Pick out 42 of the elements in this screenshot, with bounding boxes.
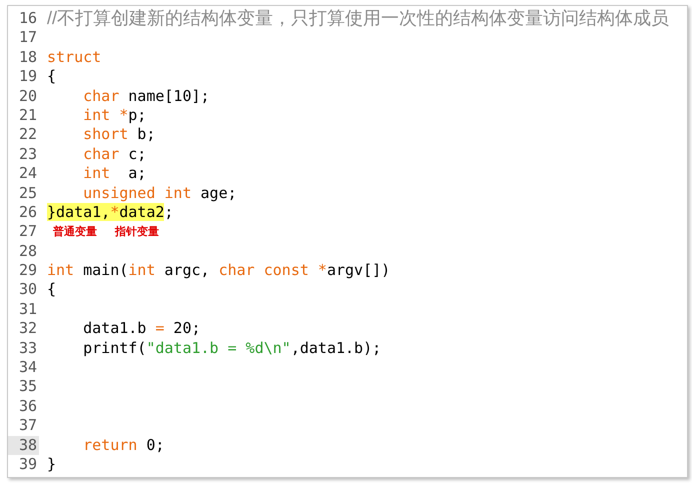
line-number: 31 xyxy=(18,300,38,320)
line-number: 35 xyxy=(18,377,38,397)
annotation-text: 指针变量 xyxy=(115,224,159,240)
code-line: int main(int argc, char const *argv[]) xyxy=(47,261,390,280)
line-number: 33 xyxy=(18,338,38,358)
line-number: 16 xyxy=(18,9,38,28)
line-number: 23 xyxy=(18,144,38,164)
line-number: 25 xyxy=(18,184,38,203)
code-line: short b; xyxy=(82,125,156,145)
code-line: { xyxy=(47,67,56,87)
annotation-text: 普通变量 xyxy=(53,224,97,240)
line-number: 17 xyxy=(18,28,38,48)
code-line: } xyxy=(47,454,56,474)
line-number: 21 xyxy=(18,106,38,126)
code-comment: //不打算创建新的结构体变量，只打算使用一次性的结构体变量访问结构体成员 xyxy=(47,8,670,29)
line-number: 27 xyxy=(18,222,38,242)
line-number: 29 xyxy=(18,261,38,280)
line-number: 36 xyxy=(18,396,38,416)
code-line: char name[10]; xyxy=(82,86,210,106)
code-line: }data1,*data2; xyxy=(47,202,174,222)
code-line: { xyxy=(47,280,56,300)
line-number: 32 xyxy=(18,319,38,339)
code-line: struct xyxy=(47,48,102,68)
code-line: data1.b = 20; xyxy=(82,319,201,339)
line-number: 22 xyxy=(18,125,38,145)
line-number: 34 xyxy=(18,358,38,378)
line-number: 39 xyxy=(18,454,38,474)
line-number: 20 xyxy=(18,86,38,106)
line-number: 24 xyxy=(18,164,38,184)
line-number: 26 xyxy=(18,202,38,222)
code-line: return 0; xyxy=(82,436,164,455)
code-line: printf("data1.b = %d\n",data1.b); xyxy=(82,338,382,358)
code-line: char c; xyxy=(82,144,146,164)
code-line: unsigned int age; xyxy=(82,184,237,203)
line-number: 19 xyxy=(18,67,38,87)
line-number: 30 xyxy=(18,280,38,300)
line-number: 38 xyxy=(8,436,39,455)
line-number: 37 xyxy=(18,416,38,436)
code-line: int *p; xyxy=(82,106,146,126)
code-line: int a; xyxy=(82,164,146,184)
line-number: 18 xyxy=(18,48,38,68)
line-number: 28 xyxy=(18,242,38,262)
